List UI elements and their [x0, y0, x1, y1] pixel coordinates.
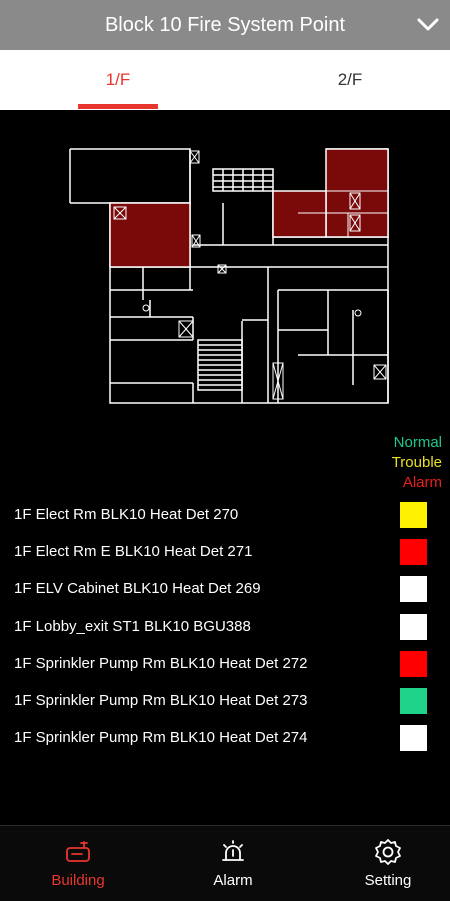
nav-setting[interactable]: Setting — [313, 826, 450, 901]
status-swatch — [400, 650, 427, 677]
status-swatch — [400, 725, 427, 752]
list-item[interactable]: 1F Sprinkler Pump Rm BLK10 Heat Det 273 — [0, 684, 450, 721]
list-item[interactable]: 1F ELV Cabinet BLK10 Heat Det 269 — [0, 572, 450, 609]
point-label: 1F Sprinkler Pump Rm BLK10 Heat Det 272 — [14, 654, 308, 672]
list-item[interactable]: 1F Lobby_exit ST1 BLK10 BGU388 — [0, 610, 450, 647]
nav-label: Building — [51, 872, 105, 889]
chevron-down-icon[interactable] — [414, 10, 442, 38]
legend-trouble: Trouble — [391, 454, 442, 471]
status-swatch — [400, 687, 427, 714]
status-swatch — [400, 502, 427, 528]
active-tab-indicator — [78, 104, 158, 109]
point-label: 1F Elect Rm BLK10 Heat Det 270 — [14, 506, 239, 523]
nav-building[interactable]: Building — [3, 826, 153, 901]
floor-tabs: 1/F 2/F — [0, 50, 450, 110]
list-item[interactable]: 1F Sprinkler Pump Rm BLK10 Heat Det 274 — [0, 721, 450, 758]
nav-label: Alarm — [213, 872, 253, 889]
list-item[interactable]: 1F Elect Rm BLK10 Heat Det 270 — [0, 498, 450, 535]
status-swatch — [400, 539, 427, 566]
legend-normal: Normal — [393, 434, 442, 451]
detector-list: 1F Elect Rm BLK10 Heat Det 270 1F Elect … — [0, 498, 450, 758]
point-label: 1F Elect Rm E BLK10 Heat Det 271 — [14, 543, 253, 561]
point-label: 1F Lobby_exit ST1 BLK10 BGU388 — [14, 617, 251, 635]
page-title: Block 10 Fire System Point — [104, 13, 346, 36]
point-label: 1F Sprinkler Pump Rm BLK10 Heat Det 274 — [14, 729, 308, 747]
app-header: Block 10 Fire System Point — [0, 0, 450, 50]
status-swatch — [400, 613, 427, 640]
floor-plan[interactable] — [68, 145, 390, 407]
nav-alarm[interactable]: Alarm — [158, 826, 308, 901]
tab-1f[interactable]: 1/F — [78, 50, 158, 110]
point-label: 1F ELV Cabinet BLK10 Heat Det 269 — [14, 580, 261, 598]
legend-alarm: Alarm — [402, 474, 442, 491]
list-item[interactable]: 1F Elect Rm E BLK10 Heat Det 271 — [0, 535, 450, 572]
tab-2f[interactable]: 2/F — [310, 50, 390, 110]
nav-label: Setting — [364, 872, 412, 889]
point-label: 1F Sprinkler Pump Rm BLK10 Heat Det 273 — [14, 691, 308, 709]
list-item[interactable]: 1F Sprinkler Pump Rm BLK10 Heat Det 272 — [0, 647, 450, 684]
status-swatch — [400, 576, 427, 603]
gear-icon — [375, 839, 401, 865]
building-icon — [66, 841, 90, 862]
bottom-nav: Building Alarm Setting — [0, 825, 450, 901]
alarm-icon — [222, 840, 244, 861]
